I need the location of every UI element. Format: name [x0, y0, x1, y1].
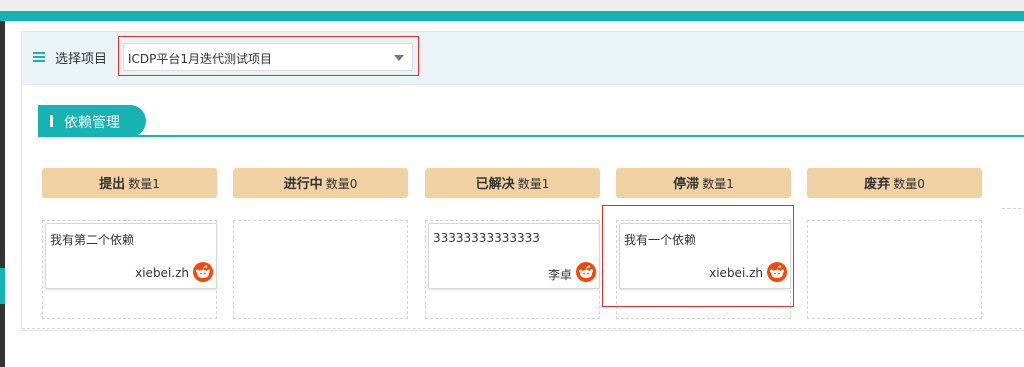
column-count: 数量1 [702, 177, 734, 191]
column-count: 数量1 [128, 177, 160, 191]
dependency-panel: 选择项目 ICDP平台1月迭代测试项目 依赖管理 提出 数量1 进行中 数量0 已解… [21, 31, 1024, 331]
column-count: 数量1 [517, 177, 550, 191]
tab-marker [50, 115, 53, 127]
column-count: 数量0 [325, 177, 358, 191]
card-user: 李卓 [547, 268, 572, 282]
column-header-resolved: 已解决 数量1 [425, 168, 600, 198]
menu-icon [33, 52, 45, 62]
column-header-proposed: 提出 数量1 [42, 168, 217, 198]
chevron-down-icon[interactable] [394, 55, 404, 61]
tab-underline [38, 135, 1024, 137]
reddit-alien-icon [193, 262, 213, 282]
column-header-abandoned: 废弃 数量0 [807, 168, 982, 198]
column-header-stalled: 停滞 数量1 [616, 168, 791, 198]
column-body-resolved: 33333333333333 李卓 [425, 220, 600, 319]
column-divider-line [1002, 208, 1024, 209]
column-body-proposed: 我有第二个依赖 xiebei.zh [42, 220, 217, 319]
card-user: xiebei.zh [135, 266, 189, 280]
card-text: 33333333333333 [433, 231, 540, 245]
dependency-card[interactable]: 我有一个依赖 xiebei.zh [619, 223, 791, 289]
reddit-alien-icon [576, 262, 596, 282]
browser-top-strip [0, 0, 1024, 11]
app-top-bar [0, 11, 1024, 21]
tab-dependency-management[interactable]: 依赖管理 [38, 105, 146, 137]
dependency-card[interactable]: 我有第二个依赖 xiebei.zh [45, 223, 217, 289]
left-sidebar-strip [0, 21, 5, 367]
column-body-in-progress [233, 220, 408, 319]
column-title: 停滞 [673, 177, 700, 192]
column-title: 进行中 [283, 177, 323, 192]
select-project-label: 选择项目 [55, 52, 108, 67]
tab-title: 依赖管理 [64, 115, 120, 131]
card-text: 我有第二个依赖 [50, 233, 135, 247]
reddit-alien-icon [767, 262, 787, 282]
column-title: 废弃 [864, 177, 891, 192]
column-count: 数量0 [893, 177, 925, 191]
dependency-card[interactable]: 33333333333333 李卓 [428, 223, 600, 289]
project-select[interactable]: ICDP平台1月迭代测试项目 [123, 43, 413, 71]
project-select-value: ICDP平台1月迭代测试项目 [128, 52, 273, 66]
column-title: 提出 [99, 177, 126, 192]
card-user: xiebei.zh [709, 266, 763, 280]
card-text: 我有一个依赖 [624, 233, 697, 247]
column-body-abandoned [807, 220, 982, 319]
project-selector-bar: 选择项目 ICDP平台1月迭代测试项目 [22, 32, 1024, 85]
panel-bottom-line [22, 328, 1024, 329]
column-header-in-progress: 进行中 数量0 [233, 168, 408, 198]
sidebar-active-indicator [0, 268, 5, 304]
project-select-highlight: ICDP平台1月迭代测试项目 [118, 36, 419, 76]
column-title: 已解决 [475, 177, 515, 192]
column-body-stalled: 我有一个依赖 xiebei.zh [616, 220, 791, 319]
